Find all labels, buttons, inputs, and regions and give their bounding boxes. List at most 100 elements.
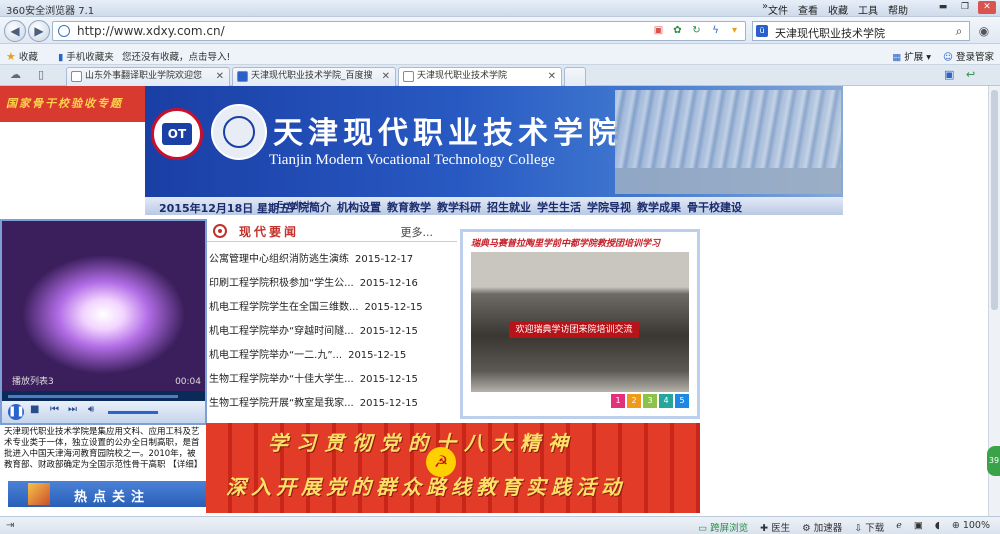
refresh-icon[interactable]: ✿ bbox=[671, 24, 684, 37]
hot-topics-header[interactable]: 热点关注 bbox=[8, 481, 206, 507]
news-item[interactable]: 生物工程学院开展“教室是我家... 2015-12-15 bbox=[209, 394, 418, 409]
news-item-title[interactable]: 印刷工程学院积极参加“学生公... bbox=[209, 278, 354, 289]
news-item[interactable]: 生物工程学院举办“十佳大学生... 2015-12-15 bbox=[209, 370, 418, 385]
close-icon[interactable]: ✕ bbox=[978, 1, 996, 14]
address-bar[interactable]: http://www.xdxy.com.cn/ ▣ ✿ ↻ ϟ ▾ bbox=[52, 21, 746, 41]
news-item[interactable]: 公寓管理中心组织消防逃生演练 2015-12-17 bbox=[209, 250, 413, 265]
slide-dot-5[interactable]: 5 bbox=[675, 394, 689, 408]
news-item-title[interactable]: 公寓管理中心组织消防逃生演练 bbox=[209, 254, 349, 265]
party-banner[interactable]: 学习贯彻党的十八大精神 ☭ 深入开展党的群众路线教育实践活动 bbox=[206, 423, 700, 513]
speaker-icon[interactable]: ◖ bbox=[935, 520, 940, 534]
scrollbar-thumb[interactable] bbox=[991, 90, 998, 310]
doctor-button[interactable]: ✚ 医生 bbox=[760, 520, 790, 534]
menu-favorites[interactable]: 收藏 bbox=[828, 2, 848, 17]
nav-organization[interactable]: 机构设置 bbox=[337, 199, 381, 215]
volume-icon[interactable]: 🔊︎ bbox=[88, 404, 94, 415]
slide-dot-2[interactable]: 2 bbox=[627, 394, 641, 408]
nav-research[interactable]: 教学科研 bbox=[437, 199, 481, 215]
floating-widget[interactable]: 39 bbox=[987, 446, 1000, 476]
menu-file[interactable]: 文件 bbox=[768, 2, 788, 17]
accelerator-button[interactable]: ⚙ 加速器 bbox=[802, 520, 842, 534]
favorites-button[interactable]: ★ 收藏 bbox=[6, 49, 38, 63]
url-text[interactable]: http://www.xdxy.com.cn/ bbox=[77, 24, 225, 38]
minimize-icon[interactable]: ▬ bbox=[934, 1, 952, 14]
nav-backbone[interactable]: 骨干校建设 bbox=[687, 199, 742, 215]
news-item[interactable]: 印刷工程学院积极参加“学生公... 2015-12-16 bbox=[209, 274, 418, 289]
search-icon[interactable]: ⌕ bbox=[950, 22, 968, 40]
next-icon[interactable]: ⏭ bbox=[68, 404, 77, 415]
news-item-title[interactable]: 机电工程学院举办“穿越时间隧... bbox=[209, 326, 354, 337]
search-box[interactable]: ü 天津现代职业技术学院 bbox=[752, 21, 970, 41]
search-engine-icon[interactable]: ü bbox=[756, 25, 768, 37]
photo-slideshow[interactable]: 瑞典马赛普拉陶里学前中都学院教授团培训学习 欢迎瑞典学访团来院培训交流 1 2 … bbox=[460, 229, 700, 419]
user-icon[interactable]: ◉ bbox=[975, 22, 993, 40]
nav-achievements[interactable]: 教学成果 bbox=[637, 199, 681, 215]
slide-dot-4[interactable]: 4 bbox=[659, 394, 673, 408]
security-icon[interactable]: ↻ bbox=[690, 24, 703, 37]
nav-education[interactable]: 教育教学 bbox=[387, 199, 431, 215]
forward-button[interactable]: ▶ bbox=[28, 20, 50, 42]
menu-view[interactable]: 查看 bbox=[798, 2, 818, 17]
import-hint[interactable]: 您还没有收藏，点击导入! bbox=[122, 49, 230, 63]
page-icon[interactable]: ▯ bbox=[38, 68, 44, 81]
screenshot-icon[interactable]: ▣ bbox=[944, 68, 954, 81]
tab-shandong[interactable]: 山东外事翻译职业学院欢迎您 ✕ bbox=[66, 67, 230, 86]
maximize-icon[interactable]: ❐ bbox=[956, 1, 974, 14]
group-photo[interactable]: 欢迎瑞典学访团来院培训交流 bbox=[471, 252, 689, 392]
progress-track[interactable] bbox=[8, 395, 178, 398]
acceptance-badge[interactable]: 国家骨干校验收专题 bbox=[0, 86, 146, 122]
nav-admissions[interactable]: 招生就业 bbox=[487, 199, 531, 215]
slide-pager: 1 2 3 4 5 bbox=[611, 394, 689, 408]
extensions-button[interactable]: ▦ 扩展 ▾ bbox=[892, 49, 931, 63]
lightning-icon[interactable]: ϟ bbox=[709, 24, 722, 37]
zoom-control[interactable]: ⊕ 100% bbox=[952, 520, 990, 534]
stop-icon[interactable]: ■ bbox=[30, 404, 39, 415]
login-button[interactable]: ☺ 登录管家 bbox=[943, 49, 994, 63]
page-content: 国家骨干校验收专题 OT 天津现代职业技术学院 Tianjin Modern V… bbox=[0, 86, 988, 516]
news-item[interactable]: 机电工程学院举办“一二.九”... 2015-12-15 bbox=[209, 346, 406, 361]
prev-icon[interactable]: ⏮ bbox=[50, 404, 59, 415]
favorites-bar: ★ 收藏 ▮ 手机收藏夹 您还没有收藏，点击导入! ▦ 扩展 ▾ ☺ 登录管家 bbox=[0, 44, 1000, 65]
cross-screen-label: 跨屏浏览 bbox=[710, 523, 749, 534]
screen-icon[interactable]: ▣ bbox=[914, 520, 923, 534]
news-item-title[interactable]: 生物工程学院开展“教室是我家... bbox=[209, 398, 354, 409]
news-item-title[interactable]: 机电工程学院举办“一二.九”... bbox=[209, 350, 342, 361]
undo-icon[interactable]: ↩ bbox=[966, 68, 975, 81]
news-item-title[interactable]: 生物工程学院举办“十佳大学生... bbox=[209, 374, 354, 385]
search-input[interactable]: 天津现代职业技术学院 bbox=[775, 25, 885, 41]
intro-more-link[interactable]: 【详细】 bbox=[168, 460, 202, 470]
pause-button[interactable]: ❚❚ bbox=[8, 404, 25, 420]
tab-xdxy[interactable]: 天津现代职业技术学院 ✕ bbox=[398, 67, 562, 86]
shopping-icon[interactable]: ▣ bbox=[652, 24, 665, 37]
video-player[interactable]: 播放列表3 00:04 ❚❚ ■ ⏮ ⏭ 🔊︎ bbox=[0, 219, 207, 425]
nav-about[interactable]: 学院简介 bbox=[287, 199, 331, 215]
slide-dot-3[interactable]: 3 bbox=[643, 394, 657, 408]
news-item[interactable]: 机电工程学院举办“穿越时间隧... 2015-12-15 bbox=[209, 322, 418, 337]
cloud-icon[interactable]: ☁ bbox=[10, 68, 21, 81]
close-icon[interactable]: ✕ bbox=[216, 68, 224, 85]
party-banner-line1: 学习贯彻党的十八大精神 bbox=[268, 431, 576, 455]
mobile-favorites-link[interactable]: ▮ 手机收藏夹 bbox=[58, 49, 114, 63]
news-item-title[interactable]: 机电工程学院学生在全国三维数... bbox=[209, 302, 359, 313]
nav-student-life[interactable]: 学生生活 bbox=[537, 199, 581, 215]
cross-screen-button[interactable]: ▭ 跨屏浏览 bbox=[698, 520, 748, 534]
exit-icon[interactable]: ⇥ bbox=[6, 520, 14, 531]
progress-bar[interactable] bbox=[2, 391, 205, 401]
close-icon[interactable]: ✕ bbox=[382, 68, 390, 85]
slide-dot-1[interactable]: 1 bbox=[611, 394, 625, 408]
news-item[interactable]: 机电工程学院学生在全国三维数... 2015-12-15 bbox=[209, 298, 423, 313]
menu-help[interactable]: 帮助 bbox=[888, 2, 908, 17]
news-more-link[interactable]: 更多... bbox=[401, 224, 434, 240]
download-button[interactable]: ⇩ 下载 bbox=[854, 520, 884, 534]
back-button[interactable]: ◀ bbox=[4, 20, 26, 42]
ie-icon[interactable]: ℯ bbox=[896, 520, 902, 534]
chevron-down-icon[interactable]: ▾ bbox=[728, 24, 741, 37]
video-screen[interactable]: 播放列表3 00:04 bbox=[2, 221, 205, 391]
new-tab-button[interactable] bbox=[564, 67, 586, 86]
nav-guide[interactable]: 学院导视 bbox=[587, 199, 631, 215]
slide-caption: 瑞典马赛普拉陶里学前中都学院教授团培训学习 bbox=[471, 239, 661, 249]
tab-baidu-search[interactable]: 天津现代职业技术学院_百度搜 ✕ bbox=[232, 67, 396, 86]
close-icon[interactable]: ✕ bbox=[548, 68, 556, 85]
volume-slider[interactable] bbox=[108, 411, 158, 414]
menu-tools[interactable]: 工具 bbox=[858, 2, 878, 17]
